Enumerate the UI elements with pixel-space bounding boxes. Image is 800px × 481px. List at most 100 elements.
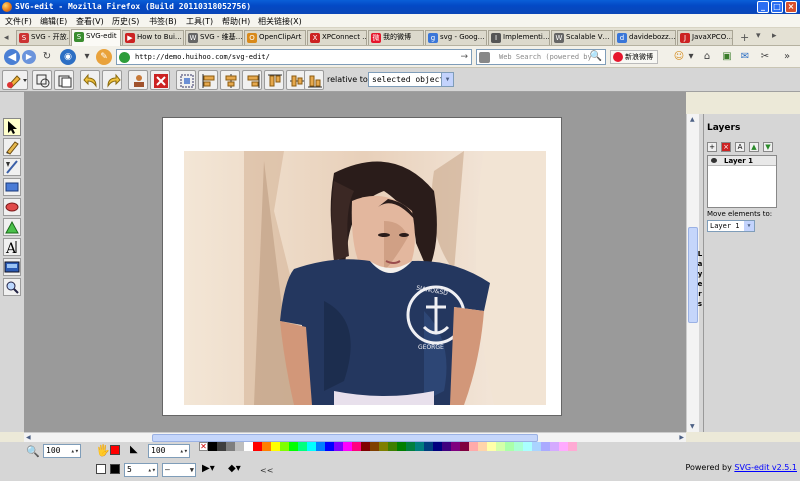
wireframe-button[interactable] [32, 70, 52, 90]
select-tool[interactable] [3, 118, 21, 136]
main-menu-button[interactable] [2, 70, 28, 90]
zoom-spinner-icon[interactable]: ▴▾ [71, 445, 79, 457]
move-elements-select[interactable]: Layer 1 ▼ [707, 220, 755, 232]
path-tool[interactable] [3, 218, 21, 236]
palette-swatch[interactable] [442, 442, 451, 451]
layer-row[interactable]: Layer 1 [708, 156, 776, 166]
palette-swatch[interactable] [208, 442, 217, 451]
move-layer-up-button[interactable]: ▲ [749, 142, 759, 152]
palette-swatch[interactable] [451, 442, 460, 451]
zoom-tool[interactable] [3, 278, 21, 296]
color-palette[interactable]: ✕ [199, 442, 577, 451]
align-center-button[interactable] [220, 70, 240, 90]
browser-tab[interactable]: X XPConnect … [307, 30, 367, 45]
browser-tab[interactable]: ▶ How to Bui… [122, 30, 184, 45]
svgedit-link[interactable]: SVG-edit v2.5.1 [734, 463, 797, 472]
menu-view[interactable]: 查看(V) [76, 16, 104, 27]
chevron-down-icon[interactable]: ▼ [744, 221, 754, 231]
close-button[interactable]: × [785, 1, 797, 13]
scroll-down-icon[interactable]: ▼ [690, 423, 695, 430]
palette-swatch[interactable] [541, 442, 550, 451]
palette-swatch[interactable] [280, 442, 289, 451]
palette-swatch[interactable] [550, 442, 559, 451]
forward-icon[interactable]: ▶ [22, 50, 36, 64]
menu-edit[interactable]: 编辑(E) [40, 16, 67, 27]
horizontal-scrollbar[interactable]: ◀ ▶ [24, 432, 686, 442]
browser-tab[interactable]: J JavaXPCO… [677, 30, 733, 45]
stroke-color-swatch[interactable] [110, 464, 120, 474]
palette-swatch[interactable] [397, 442, 406, 451]
palette-swatch[interactable] [406, 442, 415, 451]
stroke-width-spinner-icon[interactable]: ▴▾ [148, 464, 156, 476]
clone-button[interactable] [128, 70, 148, 90]
undo-button[interactable] [80, 70, 100, 90]
ellipse-tool[interactable] [3, 198, 21, 216]
align-left-button[interactable] [198, 70, 218, 90]
palette-swatch[interactable] [289, 442, 298, 451]
palette-swatch[interactable] [505, 442, 514, 451]
palette-swatch[interactable] [532, 442, 541, 451]
zoom-input[interactable]: 100 ▴▾ [43, 444, 81, 458]
tab-list-button[interactable]: ▾ [756, 31, 761, 41]
align-bottom-button[interactable] [304, 70, 324, 90]
browser-tab[interactable]: I Implementi… [488, 30, 550, 45]
addon-icon[interactable]: ✎ [96, 49, 112, 65]
fill-color-swatch[interactable] [110, 445, 120, 455]
palette-swatch[interactable] [235, 442, 244, 451]
palette-swatch[interactable] [388, 442, 397, 451]
palette-swatch[interactable] [352, 442, 361, 451]
horizontal-scroll-thumb[interactable] [152, 434, 538, 442]
line-tool[interactable] [3, 158, 21, 176]
palette-swatch[interactable] [514, 442, 523, 451]
bookmark-icon[interactable]: ▣ [720, 50, 734, 64]
tab-scroll-left-icon[interactable]: ◂ [4, 33, 9, 43]
artwork-vector-portrait[interactable]: SIANO&SD GEORGE [184, 151, 546, 405]
palette-swatch[interactable] [307, 442, 316, 451]
menu-tools[interactable]: 工具(T) [186, 16, 213, 27]
menu-bookmarks[interactable]: 书签(B) [149, 16, 177, 27]
document-properties-button[interactable] [54, 70, 74, 90]
align-right-button[interactable] [242, 70, 262, 90]
menu-file[interactable]: 文件(F) [5, 16, 32, 27]
delete-button[interactable] [150, 70, 170, 90]
palette-swatch[interactable] [487, 442, 496, 451]
palette-swatch[interactable] [469, 442, 478, 451]
align-middle-button[interactable] [286, 70, 306, 90]
home-icon[interactable]: ⌂ [700, 50, 714, 64]
reload-icon[interactable]: ↻ [40, 50, 54, 64]
page-info-icon[interactable]: ◉ [60, 49, 76, 65]
opacity-value[interactable]: 100 [151, 446, 165, 455]
browser-tab[interactable]: O OpenClipArt [244, 30, 306, 45]
relative-to-select[interactable]: selected objects ▼ [368, 72, 454, 87]
no-color-swatch[interactable]: ✕ [199, 442, 208, 451]
stroke-width-input[interactable]: 5 ▴▾ [124, 463, 158, 477]
scroll-left-icon[interactable]: ◀ [26, 434, 31, 441]
palette-swatch[interactable] [568, 442, 577, 451]
menu-help[interactable]: 帮助(H) [222, 16, 250, 27]
new-layer-button[interactable]: + [707, 142, 717, 152]
browser-tab[interactable]: g svg - Goog… [425, 30, 487, 45]
image-tool[interactable] [3, 258, 21, 276]
text-tool[interactable]: A [3, 238, 21, 257]
palette-swatch[interactable] [478, 442, 487, 451]
menu-history[interactable]: 历史(S) [112, 16, 139, 27]
stroke-width-value[interactable]: 5 [127, 465, 132, 474]
palette-swatch[interactable] [271, 442, 280, 451]
tab-scroll-right-button[interactable]: ▸ [772, 31, 777, 41]
palette-swatch[interactable] [370, 442, 379, 451]
stroke-none-swatch[interactable] [96, 464, 106, 474]
layer-name[interactable]: Layer 1 [724, 157, 753, 165]
move-layer-down-button[interactable]: ▼ [763, 142, 773, 152]
stroke-join-icon[interactable]: ▶▾ [202, 463, 215, 474]
palette-swatch[interactable] [244, 442, 253, 451]
address-bar[interactable]: http://demo.huihoo.com/svg-edit/ → [116, 49, 472, 65]
pencil-tool[interactable] [3, 138, 21, 156]
palette-swatch[interactable] [415, 442, 424, 451]
palette-swatch[interactable] [496, 442, 505, 451]
rename-layer-button[interactable]: A [735, 142, 745, 152]
palette-swatch[interactable] [379, 442, 388, 451]
search-placeholder[interactable]: Web Search (powered by [499, 53, 592, 61]
maximize-button[interactable]: □ [771, 1, 783, 13]
delete-layer-button[interactable]: × [721, 142, 731, 152]
collapse-button[interactable]: << [260, 466, 273, 475]
